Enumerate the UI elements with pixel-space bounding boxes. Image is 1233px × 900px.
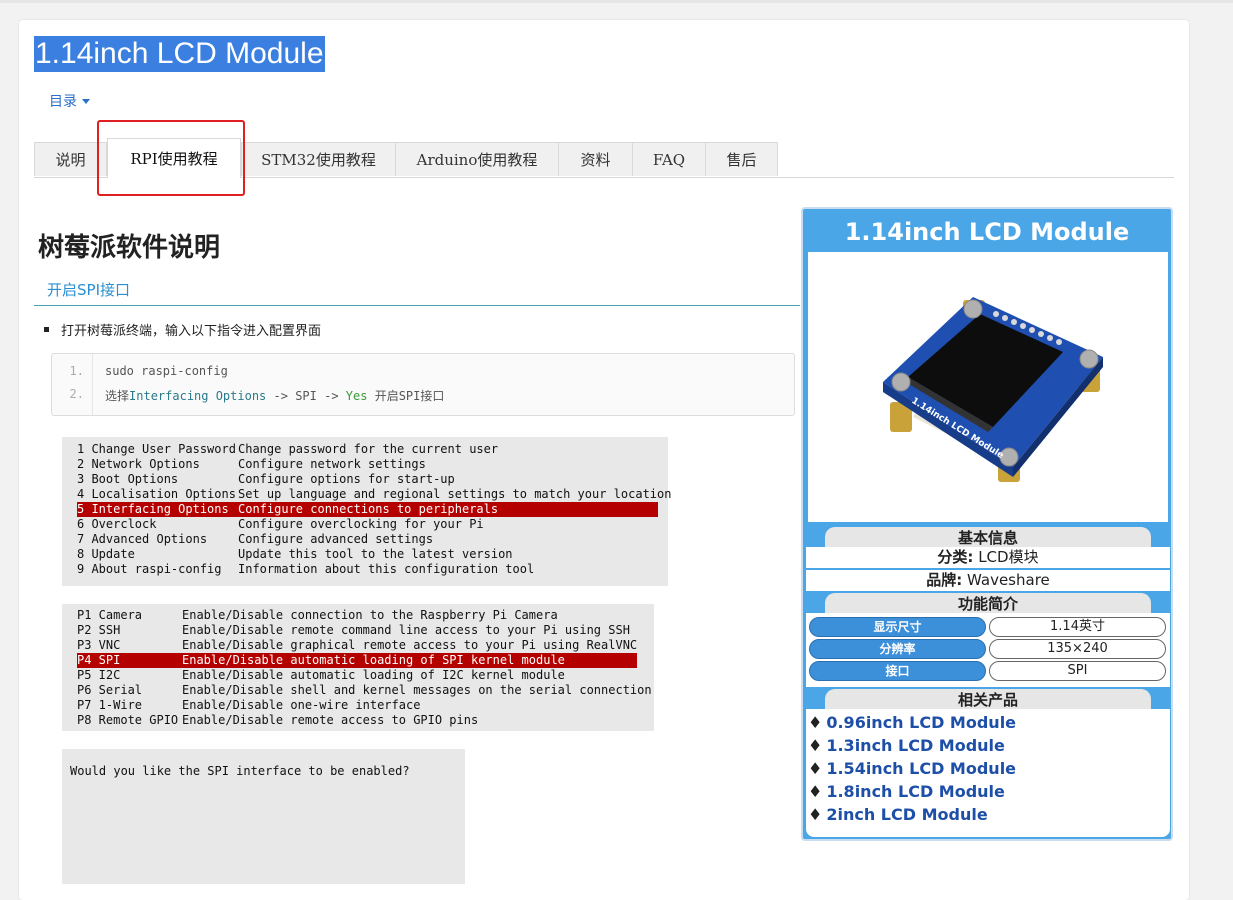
spi-prompt-screenshot: Would you like the SPI interface to be e… — [62, 749, 465, 884]
lcd-module-illustration: 1.14inch LCD Module — [883, 297, 1103, 482]
spec-key: 分辨率 — [809, 639, 986, 659]
tab-after-sales[interactable]: 售后 — [705, 142, 778, 176]
menu-row-highlighted: 5 Interfacing Options Configure connectio… — [77, 502, 658, 517]
spec-row: 接口 SPI — [809, 661, 1166, 681]
code-block[interactable]: 1. 2. sudo raspi-config 选择Interfacing Op… — [51, 353, 795, 416]
interface-row: P1 Camera Enable/Disable connection to th… — [77, 608, 558, 622]
line-number: 1. — [69, 364, 84, 378]
code-keyword: Yes — [345, 389, 368, 403]
spec-value: 135×240 — [989, 639, 1166, 659]
diamond-icon: ♦ — [808, 759, 823, 778]
code-keyword: Interfacing Options — [129, 389, 267, 403]
brand-key: 品牌: — [926, 571, 963, 589]
menu-row: 2 Network Options Configure network setti… — [77, 457, 426, 471]
menu-row: 8 Update Update this tool to the latest v… — [77, 547, 513, 561]
diamond-icon: ♦ — [808, 713, 823, 732]
top-bar — [0, 0, 1233, 3]
related-product-link[interactable]: ♦ 0.96inch LCD Module — [808, 713, 1016, 732]
code-gutter: 1. 2. — [52, 354, 93, 415]
prompt-text: Would you like the SPI interface to be e… — [70, 764, 410, 778]
spec-value: 1.14英寸 — [989, 617, 1166, 637]
interface-row: P6 Serial Enable/Disable shell and kernel… — [77, 683, 652, 697]
related-products-list: ♦ 0.96inch LCD Module ♦ 1.3inch LCD Module… — [806, 709, 1170, 837]
raspi-config-menu-screenshot: 1 Change User Password Change password fo… — [62, 437, 672, 586]
line-number: 2. — [69, 387, 84, 401]
diamond-icon: ♦ — [808, 736, 823, 755]
section-heading: 树莓派软件说明 — [38, 233, 221, 263]
tab-stm32-tutorial[interactable]: STM32使用教程 — [241, 142, 396, 176]
spec-key: 显示尺寸 — [809, 617, 986, 637]
interface-row: P8 Remote GPIO Enable/Disable remote acce… — [77, 713, 479, 727]
category-value: LCD模块 — [978, 548, 1039, 566]
interface-row: P5 I2C Enable/Disable automatic loading o… — [77, 668, 565, 682]
diamond-icon: ♦ — [808, 805, 823, 824]
related-product-link[interactable]: ♦ 1.54inch LCD Module — [808, 759, 1016, 778]
category-row: 分类: LCD模块 — [806, 547, 1170, 568]
menu-row: 1 Change User Password Change password fo… — [77, 442, 499, 456]
tab-highlight-box — [97, 120, 245, 196]
code-line-1: sudo raspi-config — [105, 364, 228, 378]
tab-arduino-tutorial[interactable]: Arduino使用教程 — [395, 142, 559, 176]
category-key: 分类: — [937, 548, 974, 566]
spec-row: 显示尺寸 1.14英寸 — [809, 617, 1166, 637]
related-product-link[interactable]: ♦ 1.8inch LCD Module — [808, 782, 1005, 801]
brand-row: 品牌: Waveshare — [806, 569, 1170, 591]
interface-row: P2 SSH Enable/Disable remote command line… — [77, 623, 630, 637]
page-title: 1.14inch LCD Module — [34, 36, 325, 72]
interface-row-highlighted: P4 SPI Enable/Disable automatic loading o… — [77, 653, 637, 668]
code-line-2: 选择Interfacing Options -> SPI -> Yes 开启SP… — [105, 387, 444, 404]
code-text: 选择 — [105, 389, 130, 403]
spec-row: 分辨率 135×240 — [809, 639, 1166, 659]
diamond-icon: ♦ — [808, 782, 823, 801]
menu-row: 6 Overclock Configure overclocking for yo… — [77, 517, 484, 531]
interfacing-options-screenshot: P1 Camera Enable/Disable connection to th… — [62, 604, 654, 731]
instruction-text: 打开树莓派终端，输入以下指令进入配置界面 — [61, 324, 322, 339]
product-image: 1.14inch LCD Module — [808, 252, 1168, 522]
menu-row: 7 Advanced Options Configure advanced set… — [77, 532, 434, 546]
instruction-bullet: 打开树莓派终端，输入以下指令进入配置界面 — [44, 320, 321, 339]
toc-label: 目录 — [49, 94, 77, 110]
features-header: 功能简介 — [825, 593, 1151, 613]
menu-row: 3 Boot Options Configure options for star… — [77, 472, 455, 486]
toc-dropdown[interactable]: 目录 — [49, 91, 90, 111]
code-text: -> SPI -> — [266, 389, 346, 403]
basic-info-header: 基本信息 — [825, 527, 1151, 547]
tab-resources[interactable]: 资料 — [558, 142, 633, 176]
related-product-link[interactable]: ♦ 1.3inch LCD Module — [808, 736, 1005, 755]
infobox-title: 1.14inch LCD Module — [844, 218, 1130, 246]
subheading-enable-spi: 开启SPI接口 — [34, 276, 800, 306]
code-text: 开启SPI接口 — [367, 389, 445, 403]
tab-faq[interactable]: FAQ — [632, 142, 706, 176]
menu-row: 9 About raspi-config Information about th… — [77, 562, 535, 576]
related-header: 相关产品 — [825, 689, 1151, 709]
related-product-link[interactable]: ♦ 2inch LCD Module — [808, 805, 988, 824]
brand-value: Waveshare — [967, 571, 1050, 589]
interface-row: P7 1-Wire Enable/Disable one-wire interfa… — [77, 698, 421, 712]
bullet-icon — [44, 327, 49, 332]
interface-row: P3 VNC Enable/Disable graphical remote ac… — [77, 638, 638, 652]
spec-value: SPI — [989, 661, 1166, 681]
spec-key: 接口 — [809, 661, 986, 681]
menu-row: 4 Localisation Options Set up language an… — [77, 487, 672, 501]
caret-down-icon — [82, 98, 90, 104]
product-infobox: 1.14inch LCD Module 1.14inch LCD Module … — [801, 207, 1173, 841]
